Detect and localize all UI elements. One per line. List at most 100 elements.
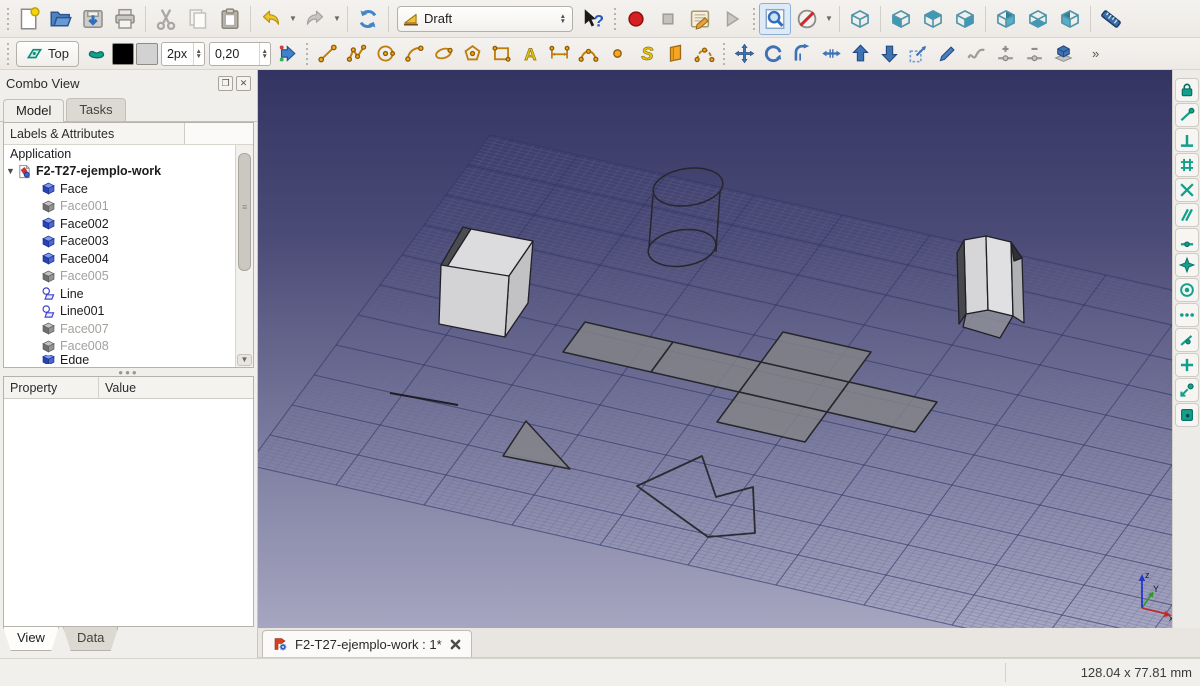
scrollbar-thumb[interactable] bbox=[238, 153, 251, 271]
draft-arc-button[interactable] bbox=[400, 40, 429, 68]
snap-lock-button[interactable] bbox=[1174, 78, 1199, 102]
tree-item-face003[interactable]: Face003 bbox=[4, 233, 235, 251]
snap-grid-button[interactable] bbox=[1174, 153, 1199, 177]
snap-parallel-button[interactable] bbox=[1174, 203, 1199, 227]
snap-endpoint-button[interactable] bbox=[1174, 103, 1199, 127]
line-width-spinbox[interactable]: 2px ▲ ▼ bbox=[160, 41, 205, 66]
snap-midpoint-button[interactable] bbox=[1174, 228, 1199, 252]
draft-text-button[interactable]: A bbox=[516, 40, 545, 68]
draft-facebinder-button[interactable] bbox=[661, 40, 690, 68]
paste-button[interactable] bbox=[214, 3, 246, 35]
tab-data[interactable]: Data bbox=[62, 627, 119, 651]
cut-button[interactable] bbox=[150, 3, 182, 35]
tree-item-face007[interactable]: Face007 bbox=[4, 320, 235, 338]
draft-shapestring-button[interactable]: S bbox=[632, 40, 661, 68]
upgrade-button[interactable] bbox=[846, 40, 875, 68]
tree-item-line001[interactable]: Line001 bbox=[4, 303, 235, 321]
view-front-button[interactable] bbox=[885, 3, 917, 35]
fit-all-button[interactable] bbox=[759, 2, 791, 35]
working-plane-button[interactable]: Top bbox=[16, 40, 79, 67]
macro-play-button[interactable] bbox=[716, 3, 748, 35]
downgrade-button[interactable] bbox=[875, 40, 904, 68]
draft-rectangle-button[interactable] bbox=[487, 40, 516, 68]
view-top-button[interactable] bbox=[917, 3, 949, 35]
undo-button[interactable] bbox=[255, 3, 287, 35]
snap-center-button[interactable] bbox=[1174, 278, 1199, 302]
macro-edit-button[interactable] bbox=[684, 3, 716, 35]
3d-viewport[interactable]: z Y x bbox=[258, 70, 1172, 628]
draft-bspline-button[interactable] bbox=[574, 40, 603, 68]
line-color-swatch[interactable] bbox=[111, 42, 134, 65]
tree-item-edge[interactable]: Edge bbox=[4, 355, 235, 364]
snap-toggle-button[interactable] bbox=[82, 40, 111, 68]
print-button[interactable] bbox=[109, 3, 141, 35]
draft-circle-button[interactable] bbox=[371, 40, 400, 68]
add-point-button[interactable] bbox=[991, 40, 1020, 68]
snap-extension-button[interactable] bbox=[1174, 303, 1199, 327]
tree-item-face[interactable]: Face bbox=[4, 180, 235, 198]
tree-item-face004[interactable]: Face004 bbox=[4, 250, 235, 268]
combo-spinner-icon[interactable]: ▲ ▼ bbox=[558, 13, 568, 25]
close-tab-icon[interactable] bbox=[449, 638, 462, 651]
scale-spin-spinner-icon[interactable]: ▲ ▼ bbox=[258, 42, 270, 65]
snap-near-button[interactable] bbox=[1174, 328, 1199, 352]
tree-item-face002[interactable]: Face002 bbox=[4, 215, 235, 233]
scale-spin-value[interactable]: 0,20 bbox=[210, 47, 259, 61]
new-file-button[interactable] bbox=[13, 3, 45, 35]
snap-intersection-button[interactable] bbox=[1174, 178, 1199, 202]
tab-tasks[interactable]: Tasks bbox=[66, 98, 126, 121]
tree-item-face005[interactable]: Face005 bbox=[4, 268, 235, 286]
snap-angle-button[interactable] bbox=[1174, 253, 1199, 277]
copy-button[interactable] bbox=[182, 3, 214, 35]
view-right-button[interactable] bbox=[949, 3, 981, 35]
float-panel-icon[interactable]: ❐ bbox=[218, 75, 233, 91]
draft-wire-button[interactable] bbox=[342, 40, 371, 68]
view-isometric-button[interactable] bbox=[844, 3, 876, 35]
tab-view[interactable]: View bbox=[3, 627, 59, 651]
offset-button[interactable] bbox=[788, 40, 817, 68]
draft-point-button[interactable] bbox=[603, 40, 632, 68]
draft-polygon-button[interactable] bbox=[458, 40, 487, 68]
toolbar-handle[interactable] bbox=[611, 7, 618, 30]
scale-tool-button[interactable] bbox=[904, 40, 933, 68]
redo-button[interactable] bbox=[299, 3, 331, 35]
toolbar-handle[interactable] bbox=[4, 42, 11, 65]
draft-dimension-button[interactable] bbox=[545, 40, 574, 68]
tree-item-face008[interactable]: Face008 bbox=[4, 338, 235, 356]
toolbar-handle[interactable] bbox=[750, 7, 757, 30]
snap-ortho-button[interactable] bbox=[1174, 353, 1199, 377]
workbench-selector[interactable]: Draft ▲ ▼ bbox=[397, 5, 573, 32]
wire-to-bspline-button[interactable] bbox=[962, 40, 991, 68]
face-color-swatch[interactable] bbox=[135, 42, 158, 65]
tree-item-f2-t27-ejemplo-work[interactable]: ▼ F2-T27-ejemplo-work bbox=[4, 163, 235, 181]
refresh-button[interactable] bbox=[352, 3, 384, 35]
dropdown-arrow-icon[interactable]: ▼ bbox=[331, 5, 343, 33]
delete-point-button[interactable] bbox=[1020, 40, 1049, 68]
tree-scrollbar[interactable]: ▼ bbox=[235, 145, 253, 367]
open-file-button[interactable] bbox=[45, 3, 77, 35]
dropdown-arrow-icon[interactable]: ▼ bbox=[287, 5, 299, 33]
expand-arrow-icon[interactable]: ▼ bbox=[4, 166, 17, 176]
macro-record-button[interactable] bbox=[620, 3, 652, 35]
line-width-value[interactable]: 2px bbox=[162, 47, 193, 61]
draft-bezier-button[interactable] bbox=[690, 40, 719, 68]
scroll-down-icon[interactable]: ▼ bbox=[237, 354, 252, 366]
save-file-button[interactable] bbox=[77, 3, 109, 35]
scale-spin-spinbox[interactable]: 0,20 ▲ ▼ bbox=[208, 41, 271, 66]
macro-stop-button[interactable] bbox=[652, 3, 684, 35]
measure-button[interactable] bbox=[1095, 3, 1127, 35]
tree-item-face001[interactable]: Face001 bbox=[4, 198, 235, 216]
tree-column-header[interactable]: Labels & Attributes bbox=[4, 123, 185, 144]
move-button[interactable] bbox=[730, 40, 759, 68]
whats-this-button[interactable]: ? bbox=[577, 3, 609, 35]
trimex-button[interactable] bbox=[817, 40, 846, 68]
value-column-header[interactable]: Value bbox=[99, 377, 253, 398]
close-panel-icon[interactable]: ✕ bbox=[236, 75, 251, 91]
tree-item-application[interactable]: Application bbox=[4, 145, 235, 163]
dropdown-arrow-icon[interactable]: ▼ bbox=[823, 5, 835, 33]
toolbar-handle[interactable] bbox=[4, 7, 11, 30]
apply-style-button[interactable] bbox=[273, 40, 302, 68]
snap-perpendicular-button[interactable] bbox=[1174, 128, 1199, 152]
rotate-button[interactable] bbox=[759, 40, 788, 68]
snap-special-button[interactable] bbox=[1174, 378, 1199, 402]
